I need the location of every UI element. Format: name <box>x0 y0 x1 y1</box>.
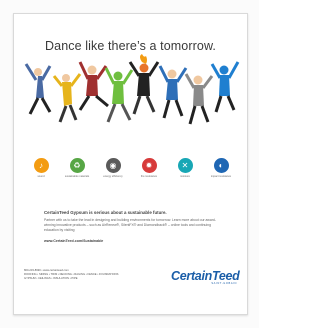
jumping-people-illustration <box>24 54 240 125</box>
body-title: CertainTeed Gypsum is serious about a su… <box>44 210 167 215</box>
feature-label: sustainable materials <box>64 175 90 178</box>
impact-icon: ◐ <box>213 158 229 173</box>
energy-icon: ◉ <box>105 158 121 173</box>
footer: 800-233-8990 • www.certainteed.com ROOFI… <box>24 269 174 282</box>
feature-item-moisture: ✕ moisture <box>172 158 198 178</box>
recycle-icon: ♻ <box>69 158 85 173</box>
footer-products-line2: GYPSUM • CEILINGS • INSULATION • PIPE <box>24 277 78 281</box>
fire-icon: ✹ <box>141 158 157 173</box>
jumper-1 <box>24 63 52 115</box>
certainteed-logo: CertainTeed SAINT-GOBAIN <box>171 269 240 289</box>
feature-label: moisture <box>180 175 190 178</box>
feature-icons-row: ♪ sound ♻ sustainable materials ◉ energy… <box>28 158 233 198</box>
moisture-icon: ✕ <box>177 158 193 173</box>
feature-label: sound <box>37 175 45 178</box>
advertisement: Dance like there’s a tomorrow. ♪ sound ♻… <box>13 13 248 315</box>
feature-item-impact: ◐ impact resistance <box>208 158 234 178</box>
feature-item-energy: ◉ energy efficiency <box>100 158 126 178</box>
jumper-8 <box>210 61 240 113</box>
sustainable-link[interactable]: www.CertainTeed.com/Sustainable <box>44 239 219 243</box>
ad-headline: Dance like there’s a tomorrow. <box>45 39 216 53</box>
feature-item-recycle: ♻ sustainable materials <box>64 158 90 178</box>
jumper-5 <box>128 54 160 115</box>
page-background: Dance like there’s a tomorrow. ♪ sound ♻… <box>0 0 259 328</box>
feature-label: impact resistance <box>210 175 232 178</box>
feature-label: fire resistance <box>140 175 158 178</box>
feature-item-fire: ✹ fire resistance <box>136 158 162 178</box>
feature-item-sound: ♪ sound <box>28 158 54 178</box>
body-text: Partner with us to take the lead in desi… <box>44 218 216 232</box>
logo-wordmark: CertainTeed <box>171 269 240 283</box>
sound-icon: ♪ <box>33 158 49 173</box>
jumper-4 <box>104 67 134 123</box>
jumper-7 <box>184 73 214 125</box>
jumper-6 <box>158 65 188 119</box>
jumper-3 <box>78 61 109 111</box>
feature-label: energy efficiency <box>103 175 123 178</box>
jumper-2 <box>52 73 82 123</box>
